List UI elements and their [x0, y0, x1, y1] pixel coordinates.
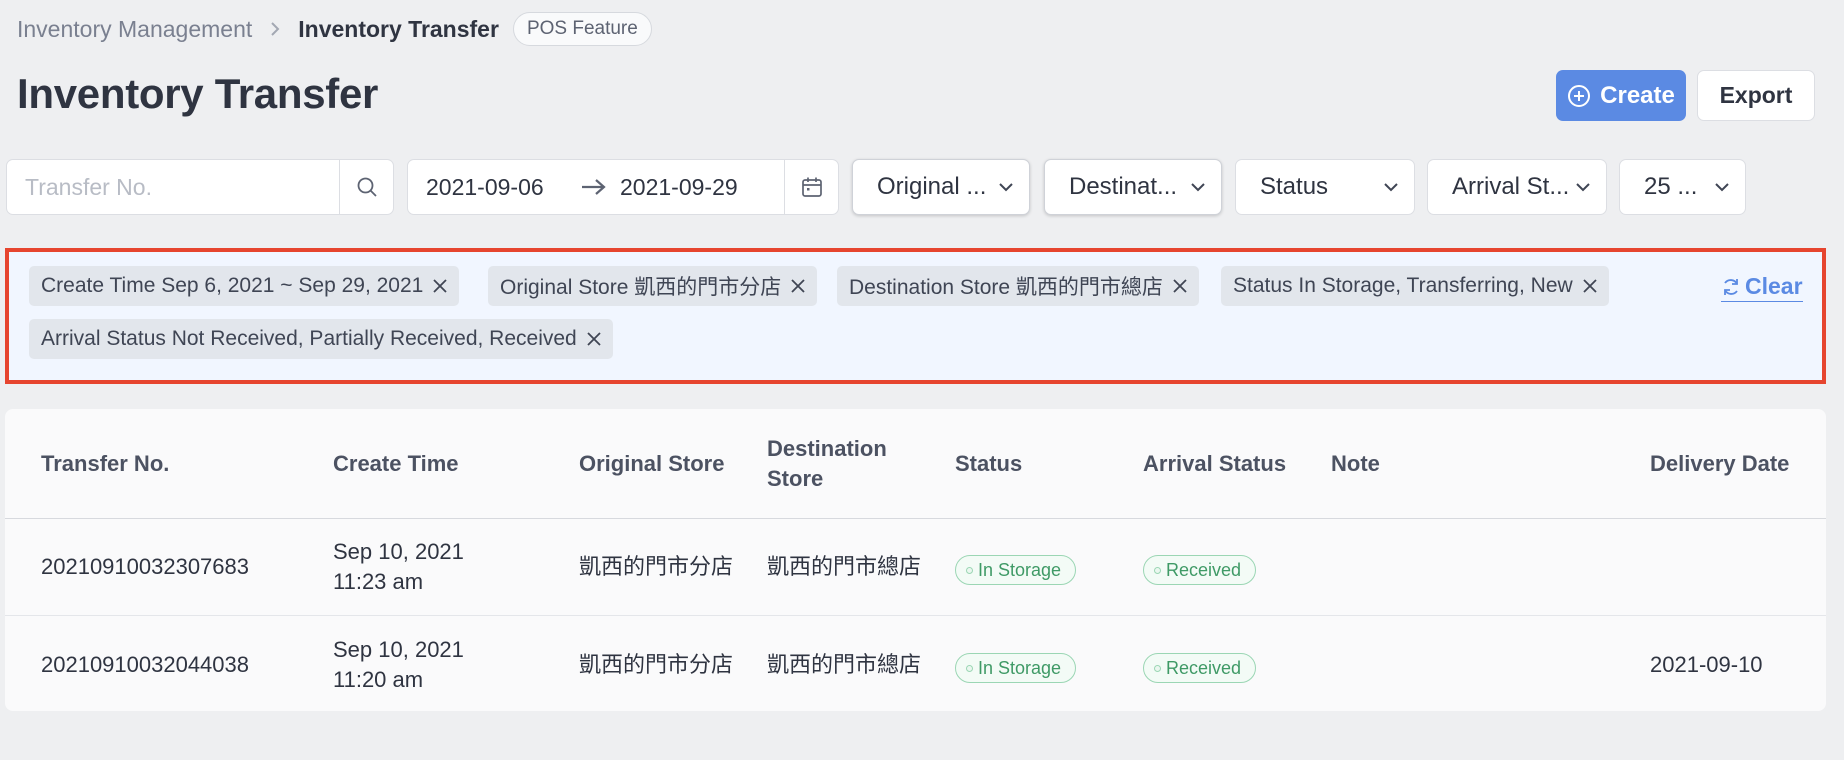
cell-delivery-date: 2021-09-10	[1650, 652, 1763, 677]
filter-tag-label: Destination Store 凱西的門市總店	[849, 276, 1163, 299]
close-icon[interactable]	[1171, 277, 1189, 295]
plus-circle-icon	[1567, 84, 1591, 108]
column-header-line: Destination	[767, 436, 887, 461]
cell-destination-store: 凱西的門市總店	[767, 652, 922, 677]
status-dot-icon	[1154, 566, 1161, 574]
close-icon[interactable]	[585, 330, 603, 348]
calendar-icon[interactable]	[784, 160, 838, 214]
status-select[interactable]: Status	[1235, 159, 1415, 215]
chevron-down-icon	[997, 178, 1015, 196]
page-size-select-value: 25 ...	[1644, 173, 1698, 200]
filter-tag-destination-store: Destination Store 凱西的門市總店	[837, 266, 1199, 306]
arrival-status-badge-label: Received	[1166, 657, 1242, 678]
status-badge: In Storage	[955, 555, 1077, 585]
cell-original-store: 凱西的門市分店	[579, 554, 734, 579]
cell-destination-store: 凱西的門市總店	[767, 554, 922, 579]
status-select-value: Status	[1260, 173, 1329, 200]
destination-store-select-value: Destinat...	[1069, 173, 1178, 200]
cell-create-date: Sep 10, 2021	[333, 637, 464, 662]
cell-transfer-no: 20210910032044038	[41, 652, 250, 677]
table-header: Transfer No. Create Time Original Store …	[5, 409, 1826, 519]
column-header-destination-store[interactable]: Destination Store	[767, 434, 887, 494]
column-header-create-time[interactable]: Create Time	[333, 449, 459, 479]
arrival-status-select-value: Arrival St...	[1452, 173, 1570, 200]
breadcrumb-parent-link[interactable]: Inventory Management	[17, 16, 252, 43]
cell-create-time: Sep 10, 2021 11:20 am	[333, 635, 464, 695]
original-store-select-value: Original ...	[877, 173, 987, 200]
column-header-line: Store	[767, 466, 824, 491]
chevron-right-icon	[262, 16, 288, 42]
column-header-delivery-date[interactable]: Delivery Date	[1650, 449, 1789, 479]
breadcrumb: Inventory Management Inventory Transfer …	[17, 10, 652, 48]
arrival-status-badge-label: Received	[1166, 559, 1242, 580]
status-badge-label: In Storage	[978, 657, 1062, 678]
column-header-transfer-no[interactable]: Transfer No.	[41, 449, 169, 479]
close-icon[interactable]	[431, 277, 449, 295]
table-row[interactable]: 20210910032044038 Sep 10, 2021 11:20 am …	[5, 617, 1826, 714]
transfer-table: Transfer No. Create Time Original Store …	[5, 409, 1826, 711]
transfer-no-search-input[interactable]	[7, 160, 339, 214]
clear-filters-label: Clear	[1745, 273, 1803, 299]
chevron-down-icon	[1574, 178, 1592, 196]
chevron-down-icon	[1382, 178, 1400, 196]
cell-transfer-no: 20210910032307683	[41, 554, 250, 579]
export-button[interactable]: Export	[1697, 70, 1815, 121]
breadcrumb-current: Inventory Transfer	[298, 15, 499, 42]
filter-tag-arrival-status: Arrival Status Not Received, Partially R…	[29, 319, 613, 359]
refresh-icon	[1721, 277, 1741, 297]
arrival-status-badge: Received	[1143, 555, 1257, 585]
cell-create-time: Sep 10, 2021 11:23 am	[333, 537, 464, 597]
filter-tag-create-time: Create Time Sep 6, 2021 ~ Sep 29, 2021	[29, 266, 460, 306]
destination-store-select[interactable]: Destinat...	[1044, 159, 1222, 215]
create-button[interactable]: Create	[1556, 70, 1686, 121]
filter-tag-label: Status In Storage, Transferring, New	[1233, 274, 1573, 297]
create-button-label: Create	[1600, 81, 1675, 109]
chevron-down-icon	[1189, 178, 1207, 196]
filter-tag-original-store: Original Store 凱西的門市分店	[488, 266, 818, 306]
column-header-note[interactable]: Note	[1331, 449, 1380, 479]
original-store-select[interactable]: Original ...	[852, 159, 1030, 215]
page-title: Inventory Transfer	[17, 70, 379, 117]
status-dot-icon	[966, 664, 973, 672]
status-badge: In Storage	[955, 653, 1077, 683]
date-end[interactable]: 2021-09-29	[610, 174, 782, 201]
date-range-picker[interactable]: 2021-09-06 2021-09-29	[407, 159, 839, 215]
cell-original-store: 凱西的門市分店	[579, 652, 734, 677]
clear-filters-link[interactable]: Clear	[1721, 272, 1803, 302]
search-button[interactable]	[339, 160, 393, 214]
column-header-status[interactable]: Status	[955, 449, 1022, 479]
status-badge-label: In Storage	[978, 559, 1062, 580]
filter-tag-status: Status In Storage, Transferring, New	[1221, 266, 1609, 306]
column-header-arrival-status[interactable]: Arrival Status	[1143, 449, 1286, 479]
column-header-original-store[interactable]: Original Store	[579, 449, 724, 479]
chevron-down-icon	[1713, 178, 1731, 196]
cell-create-clock: 11:20 am	[333, 667, 424, 692]
filter-tag-label: Create Time Sep 6, 2021 ~ Sep 29, 2021	[41, 274, 424, 297]
arrival-status-select[interactable]: Arrival St...	[1427, 159, 1607, 215]
date-start[interactable]: 2021-09-06	[408, 174, 578, 201]
cell-create-clock: 11:23 am	[333, 569, 424, 594]
search-icon	[356, 176, 378, 198]
arrival-status-badge: Received	[1143, 653, 1257, 683]
arrow-right-icon	[578, 177, 610, 197]
close-icon[interactable]	[1581, 277, 1599, 295]
table-row[interactable]: 20210910032307683 Sep 10, 2021 11:23 am …	[5, 519, 1826, 616]
pos-feature-badge: POS Feature	[512, 12, 652, 46]
filter-tag-label: Original Store 凱西的門市分店	[500, 276, 782, 299]
status-dot-icon	[966, 566, 973, 574]
page-size-select[interactable]: 25 ...	[1619, 159, 1746, 215]
transfer-search	[6, 159, 394, 215]
filter-tag-label: Arrival Status Not Received, Partially R…	[41, 327, 577, 350]
close-icon[interactable]	[789, 277, 807, 295]
status-dot-icon	[1154, 664, 1161, 672]
cell-create-date: Sep 10, 2021	[333, 539, 464, 564]
